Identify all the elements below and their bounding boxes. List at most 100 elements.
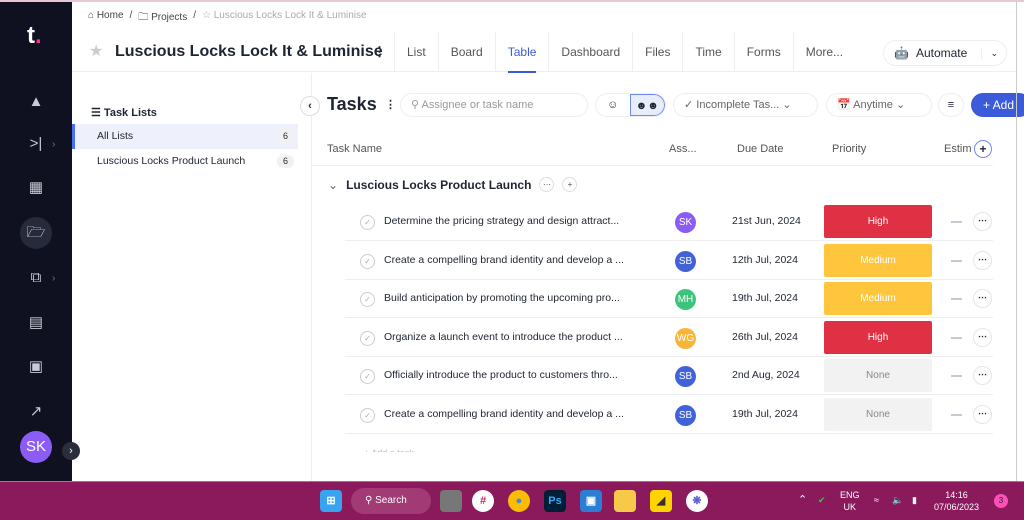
automate-button[interactable]: 🤖 Automate ⌄ [883, 40, 1007, 66]
wifi-icon[interactable]: ≈ [874, 494, 879, 506]
task-list-product-launch[interactable]: Luscious Locks Product Launch 6 [72, 149, 298, 174]
assignee-avatar[interactable]: MH [675, 289, 696, 310]
date-filter[interactable]: 📅 Anytime ⌄ [826, 93, 932, 117]
row-more-button[interactable]: ⋯ [973, 250, 992, 270]
task-name[interactable]: Officially introduce the product to cust… [384, 369, 639, 381]
assignee-avatar[interactable]: SB [675, 404, 696, 426]
filter-icon[interactable]: ≡ [938, 93, 964, 117]
add-column-button[interactable]: + [974, 140, 992, 158]
tab-files[interactable]: Files [632, 32, 682, 72]
portfolio-icon[interactable]: ⧉ [24, 266, 48, 290]
tab-more[interactable]: More... [792, 32, 855, 72]
battery-icon[interactable]: ▮ [912, 494, 917, 506]
estimate-empty[interactable] [951, 413, 962, 416]
single-user-icon[interactable]: ☺ [596, 94, 630, 116]
team-icon[interactable]: ☻☻ [629, 94, 665, 116]
complete-checkbox[interactable]: ✓ [360, 292, 375, 307]
chevron-down-icon[interactable]: ⌄ [328, 178, 338, 192]
security-shield-icon[interactable]: ✔ [818, 494, 826, 506]
wallet-icon[interactable]: ▣ [24, 355, 48, 379]
group-more-button[interactable]: ⋯ [539, 177, 555, 192]
table-row[interactable]: ✓ Officially introduce the product to cu… [345, 357, 993, 395]
photoshop-icon[interactable]: Ps [544, 490, 566, 512]
row-more-button[interactable]: ⋯ [973, 289, 992, 308]
assignee-avatar[interactable]: WG [675, 327, 696, 349]
priority-badge[interactable]: High [824, 320, 932, 354]
due-date[interactable]: 19th Jul, 2024 [732, 292, 798, 304]
assignee-avatar[interactable]: SB [675, 366, 696, 387]
row-more-button[interactable]: ⋯ [973, 327, 992, 347]
tab-board[interactable]: Board [437, 32, 495, 72]
priority-badge[interactable]: None [824, 397, 932, 431]
estimate-empty[interactable] [951, 336, 962, 339]
complete-checkbox[interactable]: ✓ [360, 215, 375, 230]
assignee-avatar[interactable]: SK [675, 212, 696, 233]
task-view-icon[interactable] [440, 490, 462, 512]
clock[interactable]: 14:16 07/06/2023 [934, 489, 979, 513]
column-priority[interactable]: Priority [832, 143, 866, 155]
column-estimate[interactable]: Estim [944, 143, 972, 155]
search-input[interactable]: ⚲ Assignee or task name [400, 93, 588, 117]
task-name[interactable]: Determine the pricing strategy and desig… [384, 215, 639, 227]
favorite-star-icon[interactable]: ★ [89, 41, 103, 61]
windows-start-icon[interactable]: ⊞ [320, 490, 342, 512]
due-date[interactable]: 2nd Aug, 2024 [732, 369, 800, 381]
column-assignee[interactable]: Ass... [669, 143, 697, 155]
due-date[interactable]: 26th Jul, 2024 [732, 331, 798, 343]
report-icon[interactable]: ▤ [24, 311, 48, 335]
priority-badge[interactable]: Medium [824, 282, 932, 315]
sticky-notes-icon[interactable]: ◢ [650, 490, 672, 512]
notification-badge[interactable]: 3 [994, 494, 1008, 508]
priority-badge[interactable]: None [824, 359, 932, 392]
tasks-menu-icon[interactable]: ⋮ [385, 98, 396, 111]
building-icon[interactable]: ▦ [24, 176, 48, 200]
due-date[interactable]: 12th Jul, 2024 [732, 254, 798, 266]
task-list-all[interactable]: All Lists 6 [72, 124, 298, 149]
task-name[interactable]: Create a compelling brand identity and d… [384, 408, 639, 420]
priority-badge[interactable]: Medium [824, 243, 932, 277]
language-indicator[interactable]: ENG UK [840, 489, 860, 513]
row-more-button[interactable]: ⋯ [973, 212, 992, 231]
estimate-empty[interactable] [951, 298, 962, 300]
chevron-down-icon[interactable]: ⌄ [981, 47, 1006, 59]
tab-time[interactable]: Time [682, 32, 733, 72]
taskbar-search[interactable]: ⚲ Search [351, 488, 431, 514]
priority-badge[interactable]: High [824, 205, 932, 238]
table-row[interactable]: ✓ Create a compelling brand identity and… [345, 242, 993, 280]
rocket-icon[interactable]: ▲ [24, 90, 48, 114]
table-row[interactable]: ✓ Organize a launch event to introduce t… [345, 319, 993, 357]
collapse-panel-button[interactable]: ‹ [300, 96, 320, 116]
project-menu-icon[interactable]: ⋮ [373, 44, 386, 60]
task-name[interactable]: Build anticipation by promoting the upco… [384, 292, 639, 304]
user-avatar[interactable]: SK [20, 431, 52, 463]
tab-forms[interactable]: Forms [733, 32, 793, 72]
analytics-icon[interactable]: ↗ [24, 400, 48, 424]
settings-app-icon[interactable]: ❋ [686, 490, 708, 512]
estimate-empty[interactable] [951, 375, 962, 377]
chevron-up-icon[interactable]: ⌃ [798, 494, 807, 506]
table-row[interactable]: ✓ Determine the pricing strategy and des… [345, 203, 993, 241]
app-icon[interactable]: ▣ [580, 490, 602, 512]
group-add-button[interactable]: + [562, 177, 578, 192]
breadcrumb-projects[interactable]: 🗀 Projects [138, 10, 187, 27]
table-row[interactable]: ✓ Build anticipation by promoting the up… [345, 280, 993, 318]
task-name[interactable]: Organize a launch event to introduce the… [384, 331, 639, 343]
breadcrumb-home[interactable]: ⌂ Home [88, 10, 124, 27]
app-logo[interactable]: t. [27, 22, 42, 50]
task-name[interactable]: Create a compelling brand identity and d… [384, 254, 639, 266]
file-explorer-icon[interactable] [614, 490, 636, 512]
column-due-date[interactable]: Due Date [737, 143, 783, 155]
assignee-avatar[interactable]: SB [675, 250, 696, 272]
add-a-task-link[interactable]: + Add a task [364, 446, 414, 452]
estimate-empty[interactable] [951, 259, 962, 262]
slack-icon[interactable]: # [472, 490, 494, 512]
row-more-button[interactable]: ⋯ [973, 366, 992, 385]
row-more-button[interactable]: ⋯ [973, 404, 992, 424]
volume-icon[interactable]: 🔈 [892, 494, 903, 506]
tab-table[interactable]: Table [494, 32, 549, 73]
complete-checkbox[interactable]: ✓ [360, 369, 375, 384]
tab-list[interactable]: List [394, 32, 438, 72]
estimate-empty[interactable] [951, 221, 962, 223]
column-task-name[interactable]: Task Name [327, 143, 382, 155]
tab-dashboard[interactable]: Dashboard [548, 32, 632, 72]
